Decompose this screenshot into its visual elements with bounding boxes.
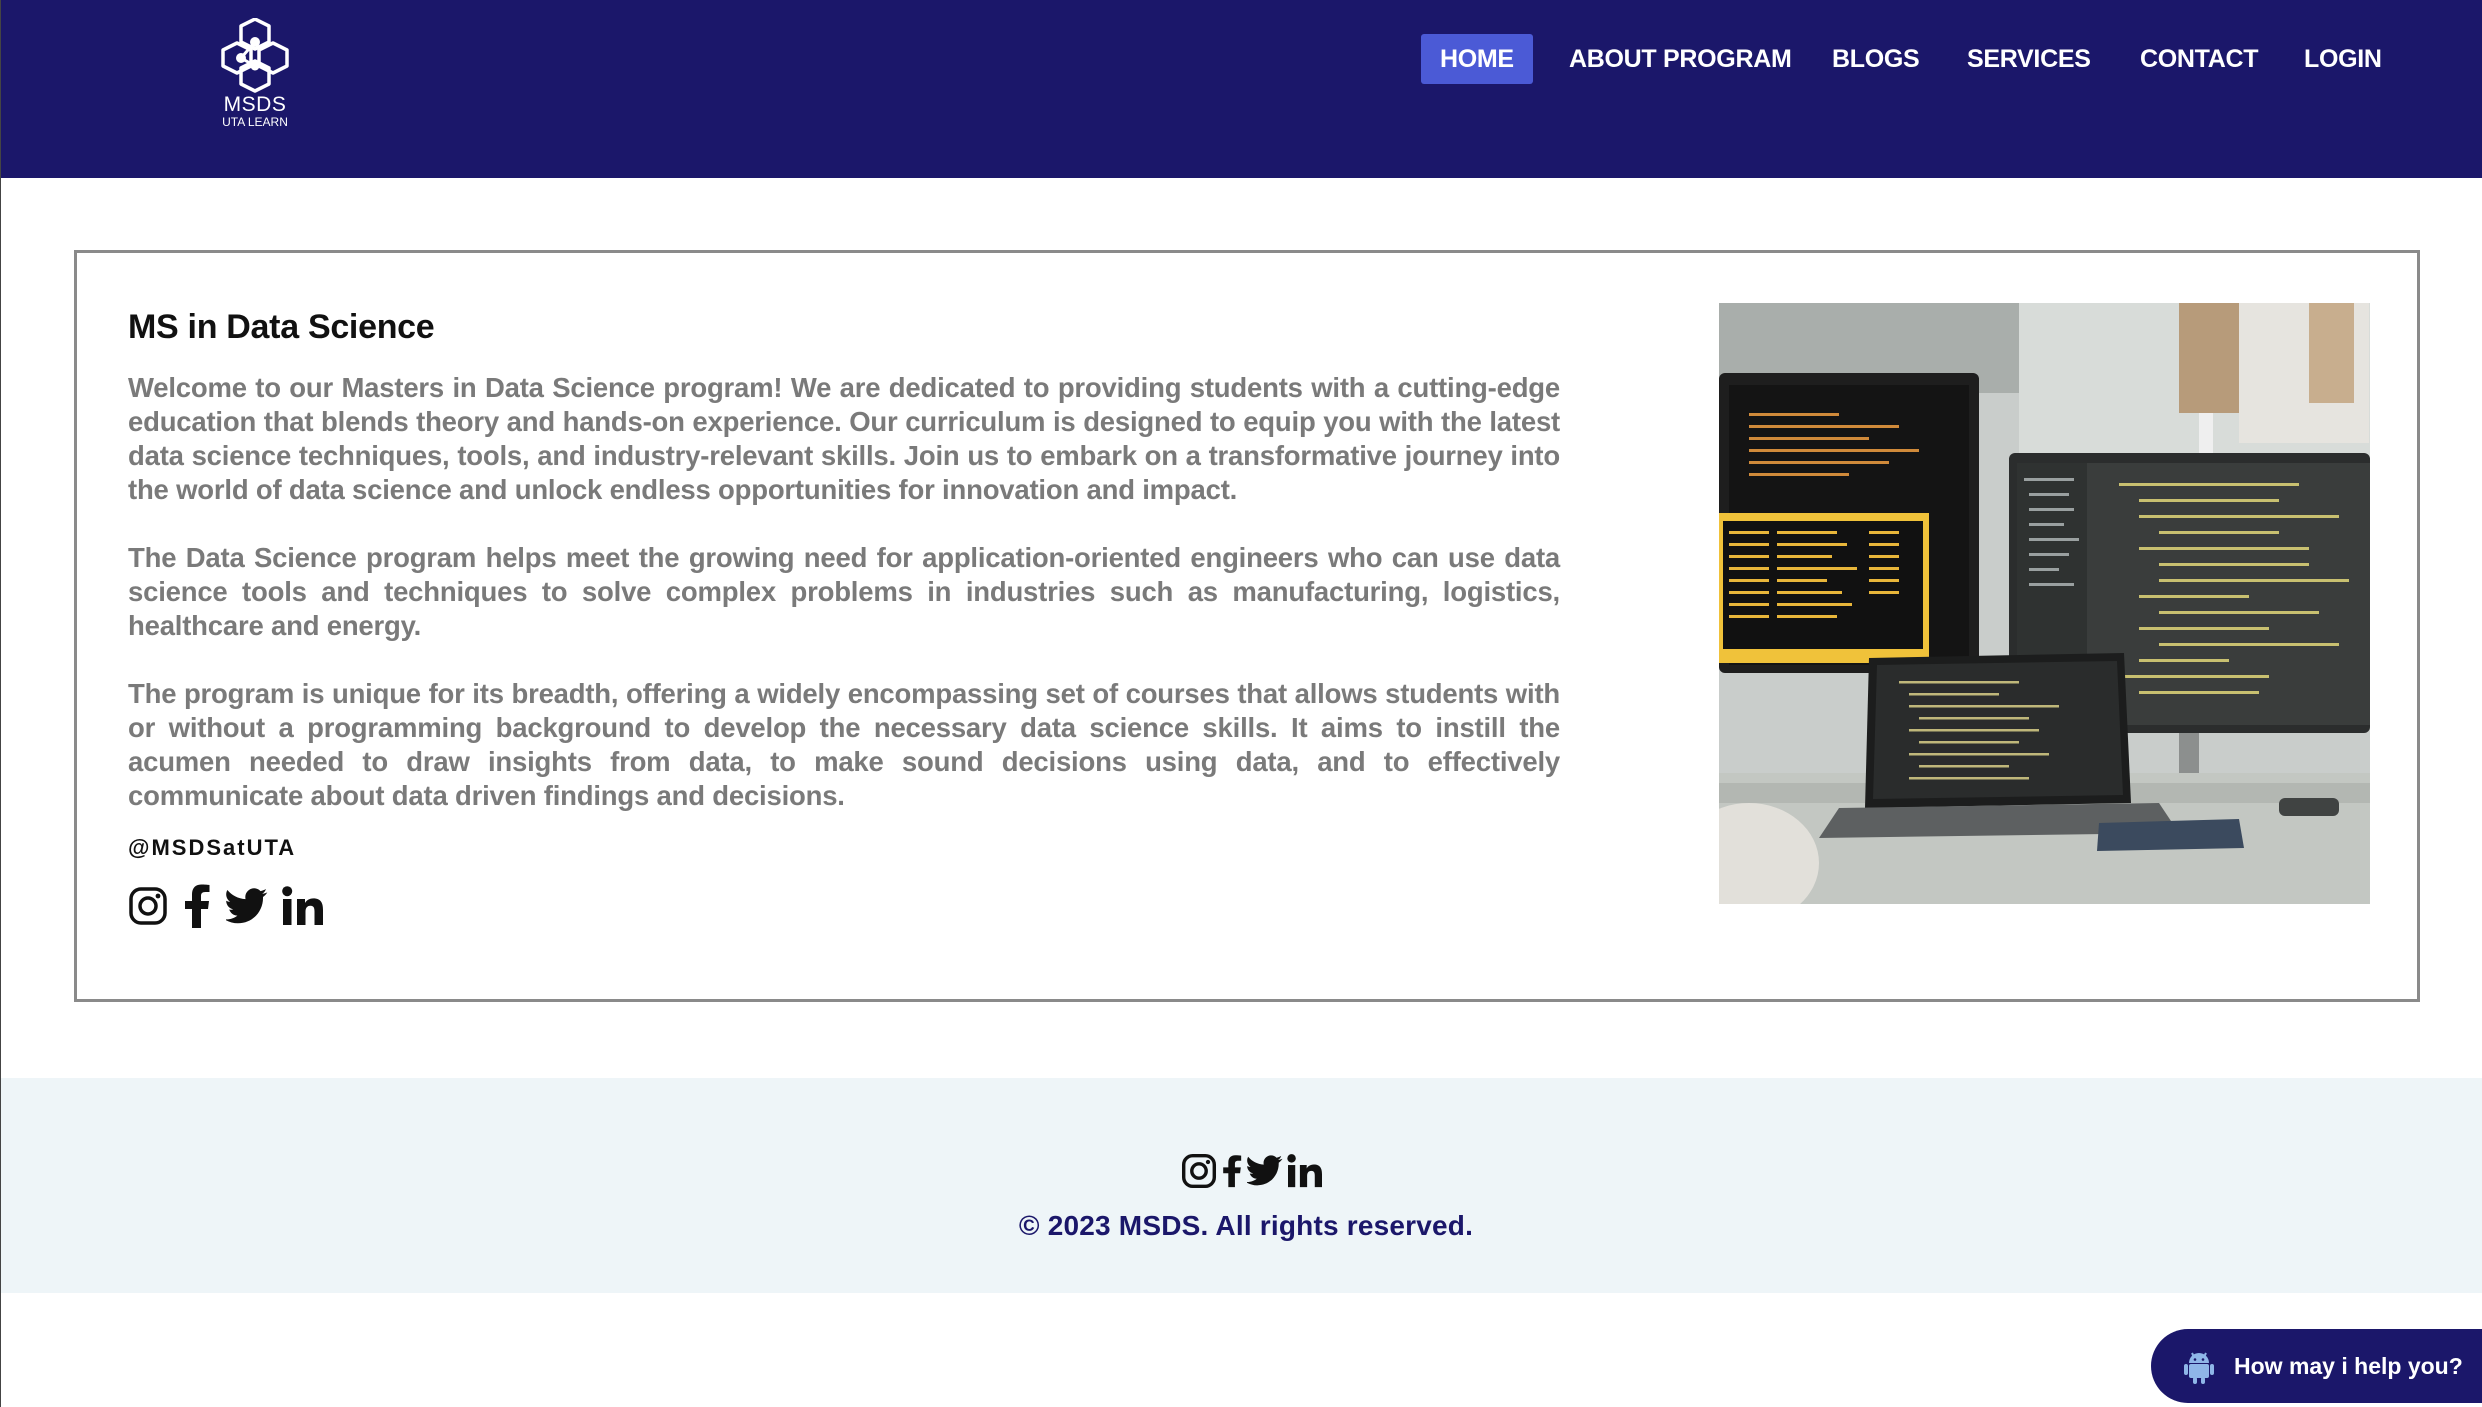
social-handle: @MSDSatUTA bbox=[128, 835, 297, 860]
nav-login[interactable]: LOGIN bbox=[2304, 34, 2382, 84]
computer-desk-illustration bbox=[1719, 303, 2370, 904]
social-links bbox=[128, 883, 324, 933]
twitter-icon[interactable] bbox=[224, 887, 268, 929]
nav-contact[interactable]: CONTACT bbox=[2140, 34, 2259, 84]
nav-about-program[interactable]: ABOUT PROGRAM bbox=[1569, 34, 1792, 84]
top-navbar: MSDS UTA LEARN HOME ABOUT PROGRAM BLOGS … bbox=[1, 0, 2482, 178]
nav-home[interactable]: HOME bbox=[1421, 34, 1533, 84]
msds-logo[interactable]: MSDS UTA LEARN bbox=[219, 18, 291, 133]
copyright-text: © 2023 MSDS. All rights reserved. bbox=[1018, 1210, 1474, 1241]
intro-paragraph-2: The Data Science program helps meet the … bbox=[128, 542, 1560, 641]
workspace-hero-image bbox=[1719, 303, 2370, 904]
linkedin-icon[interactable] bbox=[282, 885, 324, 931]
facebook-icon[interactable] bbox=[182, 884, 212, 933]
nav-services[interactable]: SERVICES bbox=[1967, 34, 2091, 84]
hexagon-network-icon bbox=[221, 18, 289, 93]
nav-blogs[interactable]: BLOGS bbox=[1832, 34, 1920, 84]
footer-social-links bbox=[1181, 1150, 1323, 1196]
logo-subtitle: UTA LEARN bbox=[222, 115, 288, 129]
instagram-icon[interactable] bbox=[128, 886, 168, 931]
chatbot-button[interactable]: How may i help you? bbox=[2151, 1329, 2482, 1403]
page-title: MS in Data Science bbox=[128, 308, 435, 346]
site-footer: © 2023 MSDS. All rights reserved. bbox=[1, 1078, 2482, 1293]
facebook-icon[interactable] bbox=[1221, 1152, 1243, 1195]
twitter-icon[interactable] bbox=[1245, 1155, 1283, 1191]
intro-paragraph-3: The program is unique for its breadth, o… bbox=[128, 678, 1560, 811]
linkedin-icon[interactable] bbox=[1287, 1153, 1323, 1193]
android-robot-icon bbox=[2181, 1349, 2217, 1390]
program-intro-card: MS in Data Science Welcome to our Master… bbox=[74, 250, 2420, 1002]
chatbot-label: How may i help you? bbox=[2234, 1353, 2463, 1379]
instagram-icon[interactable] bbox=[1181, 1153, 1217, 1194]
logo-title: MSDS bbox=[223, 93, 287, 116]
intro-paragraph-1: Welcome to our Masters in Data Science p… bbox=[128, 372, 1560, 505]
